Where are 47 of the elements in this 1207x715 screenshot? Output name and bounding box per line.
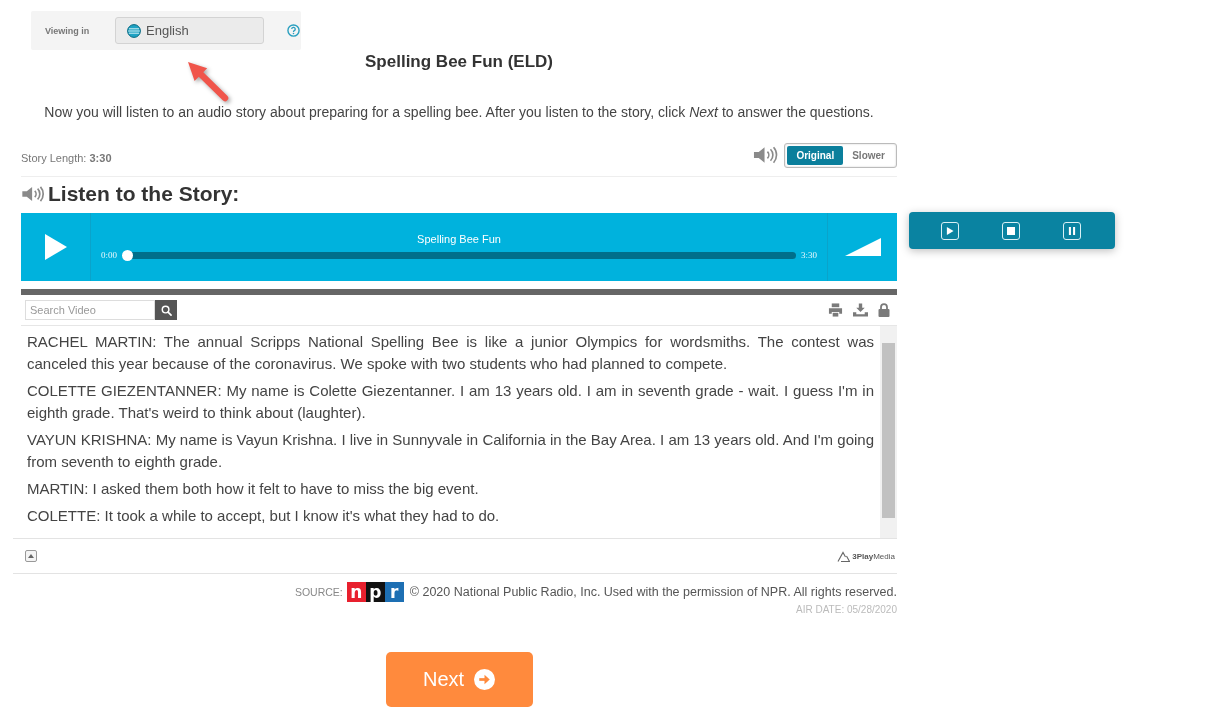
page-title: Spelling Bee Fun (ELD) bbox=[364, 51, 554, 73]
volume-icon bbox=[844, 238, 881, 256]
air-date: AIR DATE: 05/28/2020 bbox=[795, 603, 897, 616]
arrow-circle-icon bbox=[474, 669, 496, 690]
language-selector[interactable]: English bbox=[115, 17, 264, 44]
copyright-notice: © 2020 National Public Radio, Inc. Used with the permission of NPR. All rights reserved. bbox=[409, 585, 897, 599]
duration-time: 3:30 bbox=[801, 250, 817, 260]
transcript-paragraph: COLETTE: It took a while to accept, but I know it's what they had to do. bbox=[27, 506, 501, 526]
play-icon bbox=[44, 234, 67, 260]
story-length: Story Length: 3:30 bbox=[21, 151, 112, 164]
lock-icon[interactable] bbox=[878, 303, 890, 317]
progress-thumb[interactable] bbox=[122, 249, 133, 261]
collapse-button[interactable] bbox=[25, 550, 37, 562]
instructions-text: Now you will listen to an audio story about preparing for a spelling bee. After you listen to the story, click Next to answer the questions. bbox=[43, 103, 875, 122]
section-heading: Listen to the Story: bbox=[48, 181, 240, 207]
transcript-paragraph: RACHEL MARTIN: The annual Scripps National Spelling Bee is like a junior Olympics for wordsmiths. The contest was canceled this year because of the coronavirus. We spoke with two students who had planned to compete. bbox=[27, 332, 874, 374]
source-label: SOURCE: bbox=[294, 586, 343, 598]
print-icon[interactable] bbox=[828, 303, 843, 317]
scrollbar-thumb[interactable] bbox=[882, 343, 895, 518]
help-icon[interactable] bbox=[287, 24, 300, 37]
speaker-icon bbox=[21, 186, 45, 202]
pause-button[interactable] bbox=[1063, 221, 1081, 240]
transcript-paragraph: VAYUN KRISHNA: My name is Vayun Krishna. I live in Sunnyvale in California in the Bay Area. I am 13 years old. And I'm going from seventh to eighth grade. bbox=[27, 430, 874, 472]
stop-button[interactable] bbox=[1002, 221, 1020, 240]
progress-track[interactable] bbox=[122, 251, 796, 259]
transcript-paragraph: MARTIN: I asked them both how it felt to have to miss the big event. bbox=[27, 479, 480, 499]
search-field[interactable]: Search Video bbox=[25, 300, 155, 320]
globe-icon bbox=[127, 23, 141, 38]
brand-name: 3PlayMedia bbox=[852, 551, 895, 561]
play-icon bbox=[946, 226, 954, 235]
viewing-in-label: Viewing in bbox=[45, 25, 89, 36]
speed-option[interactable]: Original bbox=[787, 145, 844, 165]
transcript-paragraph: COLETTE GIEZENTANNER: My name is Colette Giezentanner. I am 13 years old. I am in seventh grade - wait. I guess I'm in eighth grade. That's weird to think about (laughter). bbox=[27, 381, 874, 423]
stop-icon bbox=[1007, 226, 1015, 235]
mountain-logo-icon bbox=[837, 550, 851, 562]
track-title: Spelling Bee Fun bbox=[416, 232, 502, 246]
scrollbar-track[interactable] bbox=[880, 326, 897, 538]
next-button[interactable]: Next bbox=[385, 652, 533, 707]
speaker-icon bbox=[753, 146, 779, 164]
triangle-up-icon bbox=[28, 554, 34, 558]
search-button[interactable] bbox=[155, 300, 177, 320]
download-icon[interactable] bbox=[853, 303, 868, 317]
speed-option[interactable]: Slower bbox=[843, 145, 894, 165]
pause-icon bbox=[1068, 226, 1076, 235]
elapsed-time: 0:00 bbox=[101, 250, 117, 260]
logo-letter: n bbox=[346, 582, 366, 602]
search-icon bbox=[160, 304, 172, 316]
